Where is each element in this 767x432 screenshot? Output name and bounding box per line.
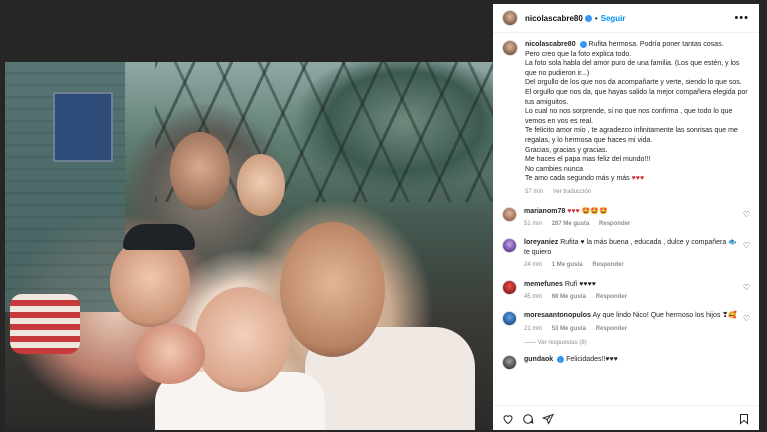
caption-username[interactable]: nicolascabre80 xyxy=(525,41,576,48)
separator-dot: • xyxy=(594,13,598,23)
caption-meta: 57 min Ver traducción xyxy=(525,188,750,198)
photo-face-child xyxy=(135,324,205,384)
caption-line: La foto sola habla del amor puro de una … xyxy=(525,60,740,77)
comment-likes[interactable]: 53 Me gusta xyxy=(552,326,586,332)
avatar[interactable] xyxy=(502,311,517,327)
heart-icon[interactable] xyxy=(502,412,514,425)
comment-text: moresaantonopulos Ay que lindo Nico! Que… xyxy=(524,311,739,334)
caption-time: 57 min xyxy=(525,188,544,195)
comment-username[interactable]: gundaok xyxy=(524,356,553,363)
comment-meta: 21 min 53 Me gusta Responder xyxy=(524,325,739,334)
comment-username[interactable]: memefunes xyxy=(524,281,563,288)
caption-block: nicolascabre80 Rufita hermosa. Podría po… xyxy=(493,40,759,198)
heart-icon[interactable]: ♡ xyxy=(743,283,750,292)
comment-body: Ay que lindo Nico! Que hermoso los hijos… xyxy=(592,312,737,320)
comment-meta: 45 min 68 Me gusta Responder xyxy=(524,293,739,302)
caption-hearts: ♥♥♥ xyxy=(631,175,645,183)
username[interactable]: nicolascabre80 xyxy=(525,14,583,23)
verified-badge-icon xyxy=(557,355,565,363)
comment-time: 24 min xyxy=(524,262,543,269)
comment-body: ♥♥♥ xyxy=(567,207,580,215)
photo-banner xyxy=(53,92,113,162)
caption-line: Lo cual no nos sorprende, si no que nos … xyxy=(525,108,733,125)
comment-likes[interactable]: 68 Me gusta xyxy=(552,294,586,300)
caption-line: Del orgullo de los que nos da acompañart… xyxy=(525,79,742,87)
avatar[interactable] xyxy=(502,355,517,371)
post-photo xyxy=(5,62,493,430)
comments-list[interactable]: nicolascabre80 Rufita hermosa. Podría po… xyxy=(493,40,759,398)
comment-item: moresaantonopulos Ay que lindo Nico! Que… xyxy=(493,311,759,334)
comment-body: Felicidades!!♥♥♥ xyxy=(566,356,618,364)
reply-button[interactable]: Responder xyxy=(592,262,623,268)
photo-striped-shirt xyxy=(10,294,80,354)
reply-button[interactable]: Responder xyxy=(599,221,630,227)
comment-likes[interactable]: 287 Me gusta xyxy=(552,221,590,227)
comment-time: 45 min xyxy=(524,293,543,300)
comment-time: 21 min xyxy=(524,325,543,332)
instagram-post-panel: nicolascabre80 • Seguir ••• nicolascabre… xyxy=(493,4,759,430)
avatar[interactable] xyxy=(502,40,518,56)
comment-body: Rufi ♥♥♥♥ xyxy=(564,280,596,288)
share-icon[interactable] xyxy=(541,412,554,425)
photo-face-girl xyxy=(195,287,290,392)
avatar[interactable] xyxy=(502,279,517,295)
comment-text: marianom78 ♥♥♥ 🤩🤩🤩 51 min 287 Me gusta R… xyxy=(524,207,739,230)
translate-link[interactable]: Ver traducción xyxy=(553,189,591,195)
comment-username[interactable]: moresaantonopulos xyxy=(524,312,591,319)
comment-meta: 24 min 1 Me gusta Responder xyxy=(524,261,739,270)
photo-face-father xyxy=(280,222,385,357)
action-bar xyxy=(493,405,759,430)
comment-time: 51 min xyxy=(524,220,543,227)
comment-text: loreyaniez Rufita ♥ la más buena , educa… xyxy=(524,238,739,270)
verified-badge-icon xyxy=(584,14,592,22)
follow-button[interactable]: Seguir xyxy=(601,14,626,23)
screen-frame: nicolascabre80 • Seguir ••• nicolascabre… xyxy=(0,0,767,432)
avatar[interactable] xyxy=(502,206,517,222)
photo-face-grandpa xyxy=(170,132,230,210)
verified-badge-icon xyxy=(579,40,587,48)
comment-item: gundaok Felicidades!!♥♥♥ xyxy=(493,355,759,371)
comment-meta: 51 min 287 Me gusta Responder xyxy=(524,220,739,229)
caption-line: Pero creo que la foto explica todo. xyxy=(525,50,632,58)
comment-item: memefunes Rufi ♥♥♥♥ 45 min 68 Me gusta R… xyxy=(493,279,759,303)
post-header: nicolascabre80 • Seguir ••• xyxy=(493,4,759,33)
avatar[interactable] xyxy=(502,10,518,26)
photo-cap xyxy=(123,224,195,250)
comment-text: gundaok Felicidades!!♥♥♥ xyxy=(524,355,739,370)
view-replies-link[interactable]: —— Ver respuestas (8) xyxy=(524,340,759,346)
caption-line: Gracias, gracias y gracias. xyxy=(525,146,608,154)
more-options-icon[interactable]: ••• xyxy=(734,12,749,24)
comment-item: loreyaniez Rufita ♥ la más buena , educa… xyxy=(493,238,759,270)
reply-button[interactable]: Responder xyxy=(596,294,627,300)
comment-item: marianom78 ♥♥♥ 🤩🤩🤩 51 min 287 Me gusta R… xyxy=(493,206,759,230)
photo-face-teen xyxy=(110,237,190,327)
avatar[interactable] xyxy=(502,238,517,254)
comment-username[interactable]: marianom78 xyxy=(524,208,565,215)
caption-line: Te felicito amor mío , te agradezco infi… xyxy=(525,127,738,144)
heart-icon[interactable]: ♡ xyxy=(743,241,750,250)
caption-line: Te amo cada segundo más y más xyxy=(525,175,630,183)
caption-line: Me haces el papa mas feliz del mundo!!! xyxy=(525,156,651,164)
heart-icon[interactable]: ♡ xyxy=(743,314,750,323)
comment-username[interactable]: loreyaniez xyxy=(524,239,558,246)
caption-line: El orgullo que nos da, que hayas salido … xyxy=(525,88,748,106)
bookmark-icon[interactable] xyxy=(738,412,750,425)
caption-text: nicolascabre80 Rufita hermosa. Podría po… xyxy=(525,40,750,198)
comment-likes[interactable]: 1 Me gusta xyxy=(552,262,583,268)
reply-button[interactable]: Responder xyxy=(596,326,627,332)
caption-line: No cambies nunca xyxy=(525,165,583,173)
comment-text: memefunes Rufi ♥♥♥♥ 45 min 68 Me gusta R… xyxy=(524,280,739,303)
comment-extra: 🤩🤩🤩 xyxy=(581,207,608,215)
caption-line: Rufita hermosa. Podría poner tantas cosa… xyxy=(588,41,724,48)
heart-icon[interactable]: ♡ xyxy=(743,210,750,219)
photo-face-grandma xyxy=(237,154,285,216)
comment-icon[interactable] xyxy=(522,412,534,424)
